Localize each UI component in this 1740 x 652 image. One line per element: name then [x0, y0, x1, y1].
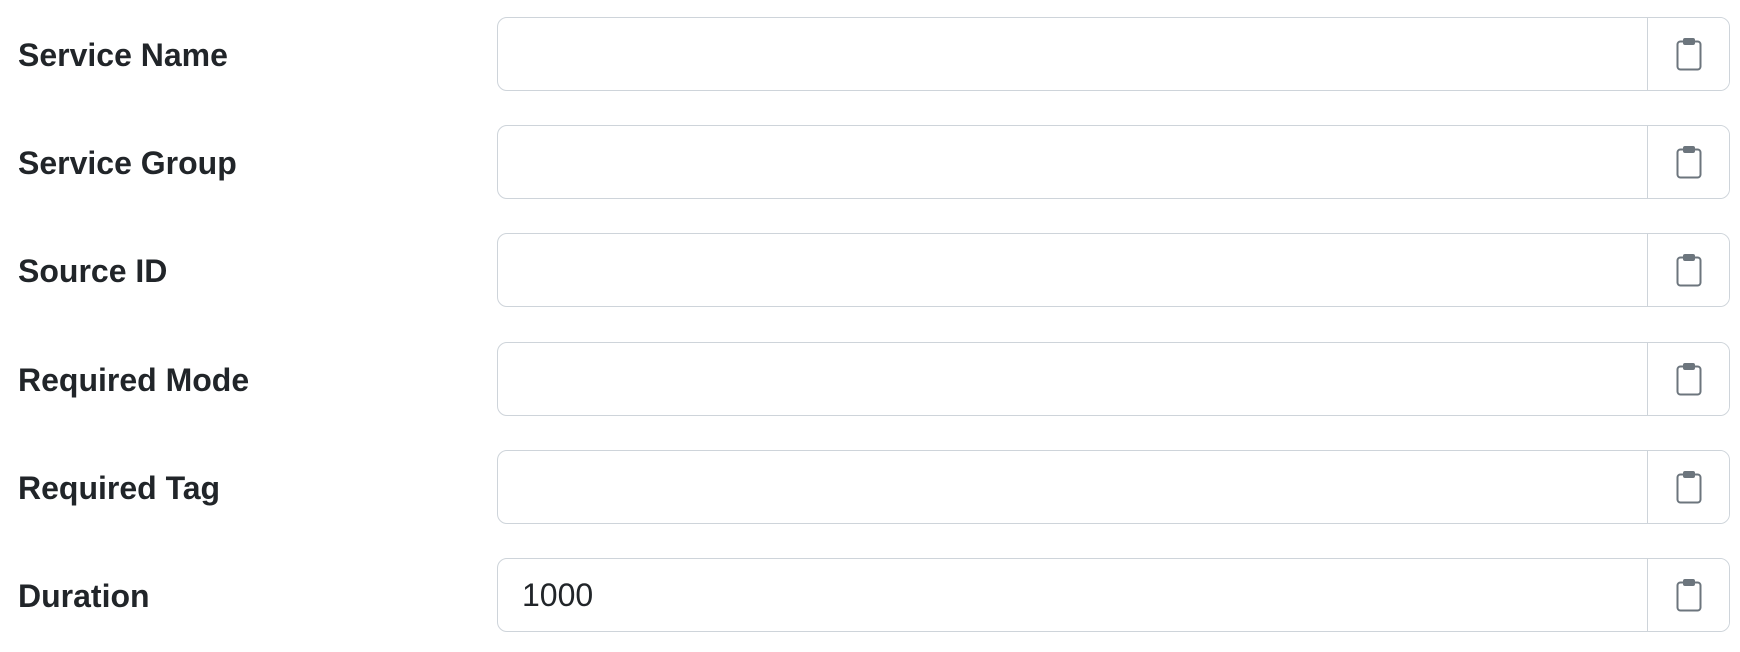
clipboard-icon — [1676, 254, 1701, 287]
source-id-label: Source ID — [18, 253, 168, 289]
service-name-input-group — [497, 17, 1730, 91]
required-tag-input-group — [497, 450, 1730, 524]
clipboard-icon — [1676, 38, 1701, 71]
clipboard-icon — [1676, 363, 1701, 396]
service-group-input-group — [497, 125, 1730, 199]
required-tag-row: Required Tag — [0, 450, 1740, 526]
source-id-input[interactable] — [498, 234, 1648, 306]
service-name-label: Service Name — [18, 37, 228, 73]
required-mode-input[interactable] — [498, 343, 1648, 415]
source-id-input-group — [497, 233, 1730, 307]
duration-input-group — [497, 558, 1730, 632]
service-group-input[interactable] — [498, 126, 1648, 198]
source-id-copy-button[interactable] — [1647, 234, 1729, 306]
required-mode-copy-button[interactable] — [1647, 343, 1729, 415]
required-tag-label: Required Tag — [18, 470, 221, 506]
required-tag-input[interactable] — [498, 451, 1648, 523]
service-name-input[interactable] — [498, 18, 1648, 90]
required-mode-label: Required Mode — [18, 362, 250, 398]
required-mode-input-group — [497, 342, 1730, 416]
service-form: Service Name Service Group Source ID Req… — [0, 0, 1740, 652]
service-group-copy-button[interactable] — [1647, 126, 1729, 198]
duration-row: Duration — [0, 558, 1740, 634]
duration-label: Duration — [18, 578, 150, 614]
required-tag-copy-button[interactable] — [1647, 451, 1729, 523]
service-name-copy-button[interactable] — [1647, 18, 1729, 90]
service-group-row: Service Group — [0, 125, 1740, 201]
clipboard-icon — [1676, 579, 1701, 612]
duration-copy-button[interactable] — [1647, 559, 1729, 631]
service-group-label: Service Group — [18, 145, 237, 181]
service-name-row: Service Name — [0, 17, 1740, 93]
clipboard-icon — [1676, 146, 1701, 179]
source-id-row: Source ID — [0, 233, 1740, 309]
clipboard-icon — [1676, 471, 1701, 504]
required-mode-row: Required Mode — [0, 342, 1740, 418]
duration-input[interactable] — [498, 559, 1648, 631]
